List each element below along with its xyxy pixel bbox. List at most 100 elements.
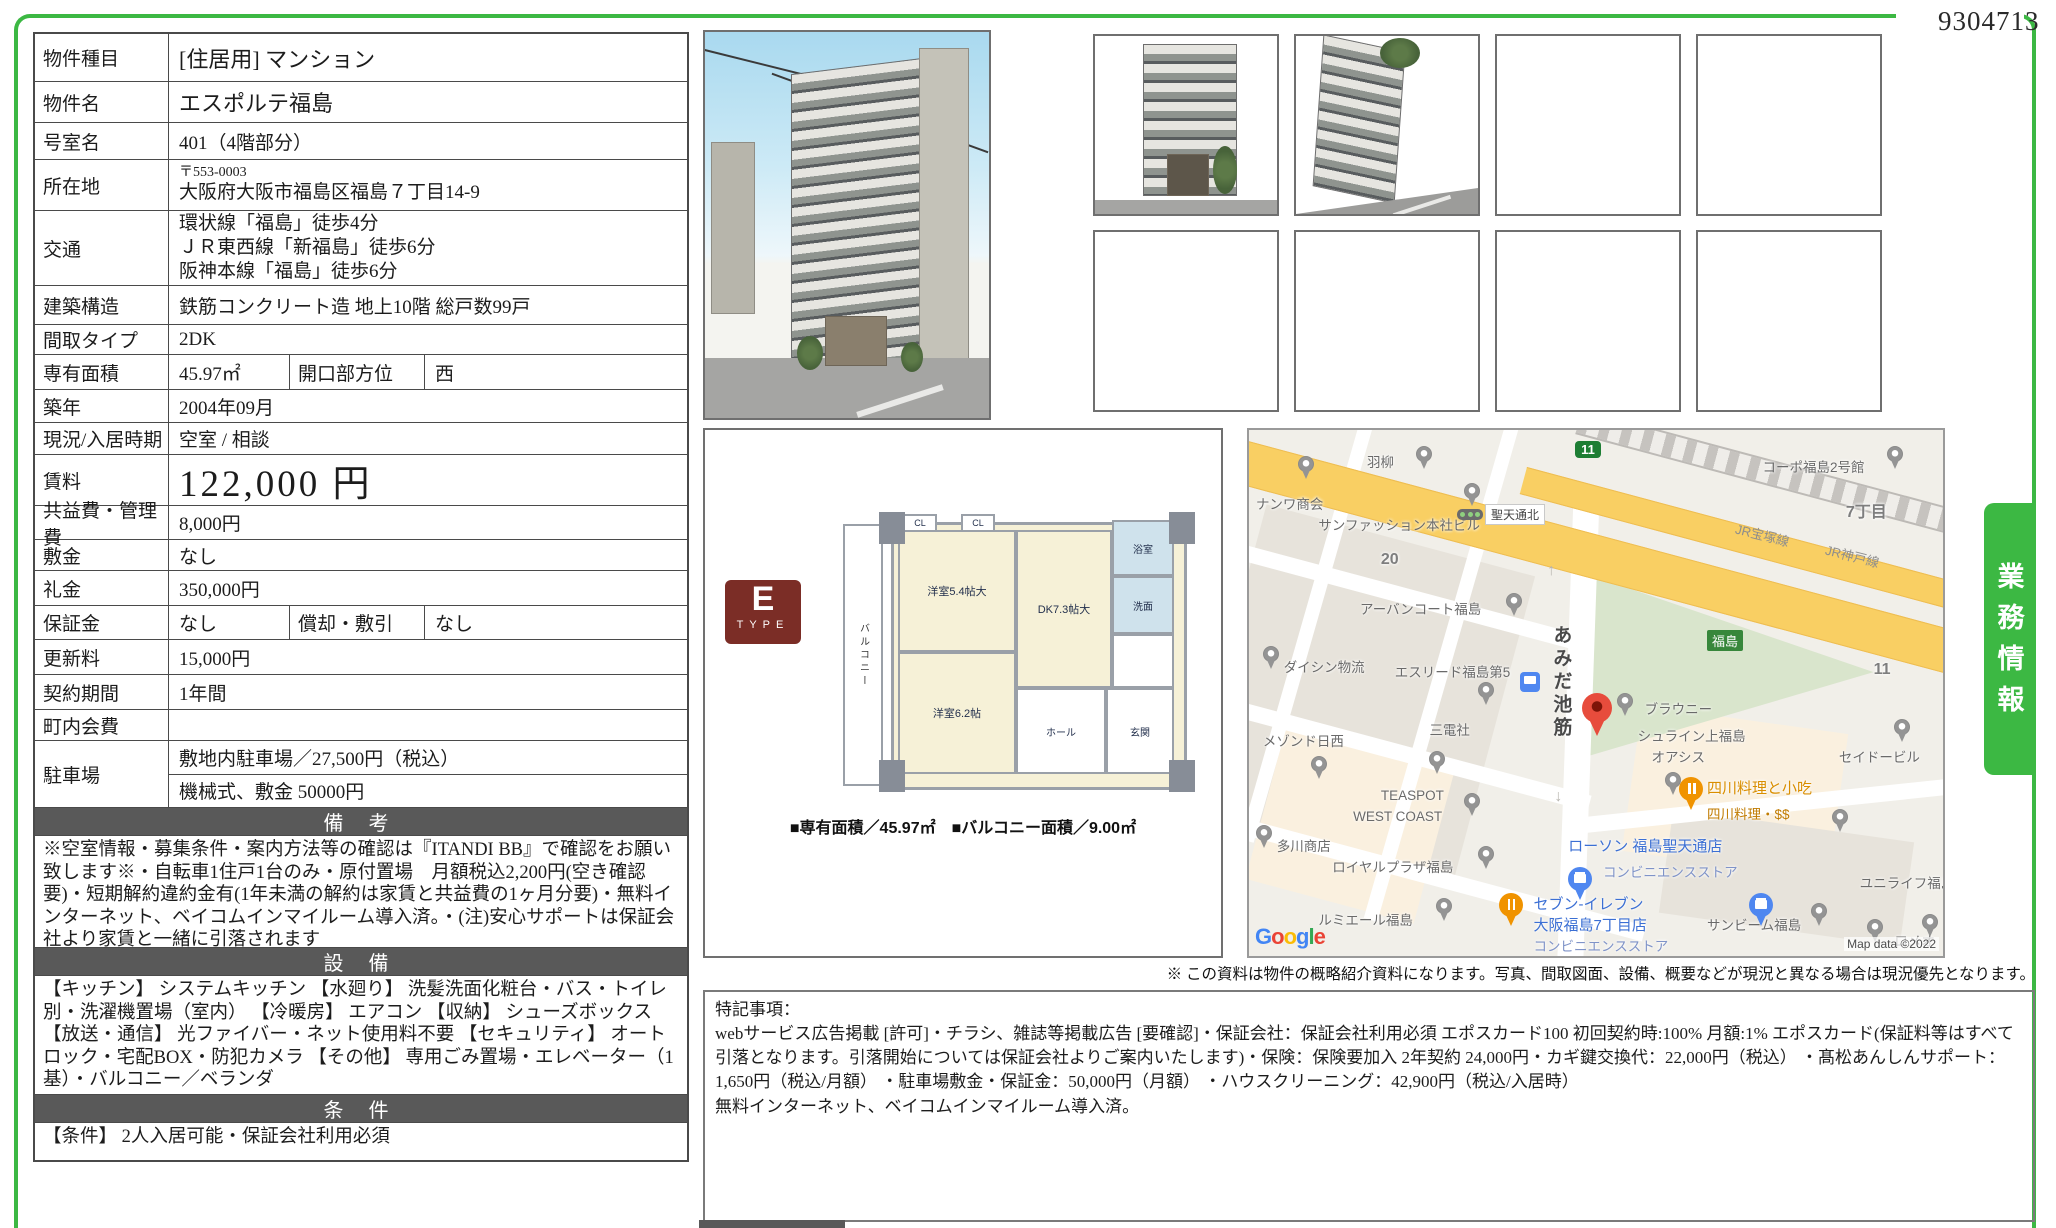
pin-tail	[1756, 915, 1766, 926]
row-value: 350,000円	[169, 571, 687, 605]
bedroom-2: 洋室6.2帖	[898, 652, 1016, 774]
property-detail-table: 物件種目[住居用] マンション物件名エスポルテ福島号室名401（4階部分）所在地…	[33, 32, 689, 1162]
row-label: 敷金	[35, 540, 169, 570]
row-value: 鉄筋コンクリート造 地上10階 総戸数99戸	[169, 286, 687, 324]
thumbnail-photo	[1294, 34, 1480, 216]
type-letter: E	[725, 580, 801, 618]
food-icon	[1499, 893, 1523, 927]
map-label: 11	[1874, 661, 1891, 679]
section-header: 備 考	[35, 807, 687, 835]
pin-tail	[1575, 889, 1585, 900]
row-value: なし	[169, 606, 289, 639]
floorplan-caption: ■専有面積／45.97㎡ ■バルコニー面積／9.00㎡	[705, 814, 1221, 838]
pin-icon	[1832, 809, 1848, 833]
row-value: 1年間	[169, 675, 687, 709]
table-row: 現況/入居時期空室 / 相談	[35, 422, 687, 454]
station-badge: 福島	[1707, 630, 1743, 651]
special-notes-title: 特記事項：	[715, 998, 2023, 1022]
bus-icon	[1520, 672, 1540, 692]
row-label: 間取タイプ	[35, 325, 169, 354]
store-icon	[1568, 867, 1592, 901]
map-label: ルミエール福島	[1318, 909, 1413, 929]
pin-icon	[1506, 593, 1522, 617]
building-entrance	[1167, 154, 1209, 196]
row-label: 駐車場	[35, 741, 169, 807]
google-logo-letter: e	[1314, 924, 1325, 949]
parking-lines: 敷地内駐車場／27,500円（税込）機械式、敷金 50000円	[169, 741, 687, 807]
parking-line: 機械式、敷金 50000円	[169, 774, 687, 808]
tree	[901, 342, 923, 372]
map-label: 大阪福島7丁目店	[1534, 914, 1647, 935]
section-text: 【キッチン】 システムキッチン 【水廻り】 洗髪洗面化粧台・バス・トイレ別・洗濯…	[35, 976, 687, 1094]
table-row: 更新料15,000円	[35, 639, 687, 674]
row-value-line: 阪神本線「福島」徒歩6分	[179, 260, 681, 284]
row-value: 45.97㎡	[169, 355, 289, 389]
section-header: 条 件	[35, 1094, 687, 1122]
pin-tail	[1506, 915, 1516, 926]
map-label: 20	[1381, 551, 1399, 569]
table-row: 築年2004年09月	[35, 389, 687, 422]
table-row: 号室名401（4階部分）	[35, 122, 687, 159]
pin-icon	[1922, 914, 1938, 938]
bedroom-1: 洋室5.4帖大	[898, 530, 1016, 652]
map-label: シュライン上福島	[1638, 725, 1746, 745]
google-logo-letter: g	[1296, 924, 1308, 949]
business-info-tab[interactable]: 業務情報	[1984, 503, 2034, 775]
map-oneway-arrow: ↓	[1554, 788, 1562, 806]
pillar	[1169, 512, 1195, 544]
pin-icon	[1256, 825, 1272, 849]
document-number: 9304713	[1938, 6, 2040, 37]
table-row: 駐車場敷地内駐車場／27,500円（税込）機械式、敷金 50000円	[35, 740, 687, 807]
food-icon	[1679, 777, 1703, 811]
table-row: 交通環状線「福島」徒歩4分ＪＲ東西線「新福島」徒歩6分阪神本線「福島」徒歩6分	[35, 210, 687, 285]
pin-icon	[1617, 693, 1633, 717]
row-label: 現況/入居時期	[35, 423, 169, 454]
empty-photo-slot	[1495, 34, 1681, 216]
map-credit: Map data ©2022	[1844, 937, 1939, 951]
row-value: 8,000円	[169, 506, 687, 539]
dining-kitchen: DK7.3帖大	[1016, 530, 1112, 688]
pin-icon	[1263, 646, 1279, 670]
pin-icon	[1887, 446, 1903, 470]
map-label: 四川料理と小吃	[1707, 777, 1812, 798]
pin-tail	[1686, 799, 1696, 810]
next-section-partial-bar	[699, 1220, 845, 1228]
google-logo-letter: o	[1284, 924, 1296, 949]
table-row: 間取タイプ2DK	[35, 324, 687, 354]
signal-dot	[1475, 512, 1480, 517]
row-label: 建築構造	[35, 286, 169, 324]
map-label: 7丁目	[1846, 498, 1887, 522]
row-value: 15,000円	[169, 640, 687, 674]
table-row: 所在地〒553-0003大阪府大阪市福島区福島７丁目14-9	[35, 159, 687, 210]
pin-icon	[1478, 682, 1494, 706]
empty-photo-slot	[1696, 34, 1882, 216]
table-row: 【条件】 2人入居可能・保証会社利用必須	[35, 1122, 687, 1160]
empty-photo-slot	[1093, 230, 1279, 412]
building-entrance	[825, 316, 887, 366]
property-sheet-page: 9304713 業務情報 物件種目[住居用] マンション物件名エスポルテ福島号室…	[0, 0, 2056, 1228]
special-notes-body: webサービス広告掲載 [許可]・チラシ、雑誌等掲載広告 [要確認]・保証会社：…	[715, 1022, 2023, 1094]
row-value	[169, 710, 687, 740]
google-logo-letter: G	[1255, 924, 1271, 949]
bathroom: 浴室	[1112, 520, 1174, 576]
table-row: 物件名エスポルテ福島	[35, 81, 687, 122]
map-label: エスリード福島第5	[1395, 661, 1511, 681]
row-sublabel: 償却・敷引	[289, 606, 425, 639]
hall: ホール	[1016, 688, 1106, 774]
tree	[1380, 38, 1420, 68]
row-value: 2004年09月	[169, 390, 687, 422]
floorplan-panel: E TYPE バルコニー CL CL 洋室5.4帖大 洋室6.2帖 DK7.3帖…	[703, 428, 1223, 958]
signal-dot	[1468, 512, 1473, 517]
row-label: 専有面積	[35, 355, 169, 389]
map-label: 多川商店	[1277, 835, 1331, 855]
section-text: 【条件】 2人入居可能・保証会社利用必須	[35, 1123, 687, 1160]
row-subvalue: 西	[425, 355, 687, 389]
pin-icon	[1478, 846, 1494, 870]
map-label: ユニライフ福島	[1860, 872, 1945, 892]
row-label: 更新料	[35, 640, 169, 674]
pin-icon	[1811, 903, 1827, 927]
map-label: 三電社	[1429, 719, 1470, 739]
row-value: なし	[169, 540, 687, 570]
row-subvalue: なし	[425, 606, 687, 639]
row-value: [住居用] マンション	[169, 34, 687, 81]
